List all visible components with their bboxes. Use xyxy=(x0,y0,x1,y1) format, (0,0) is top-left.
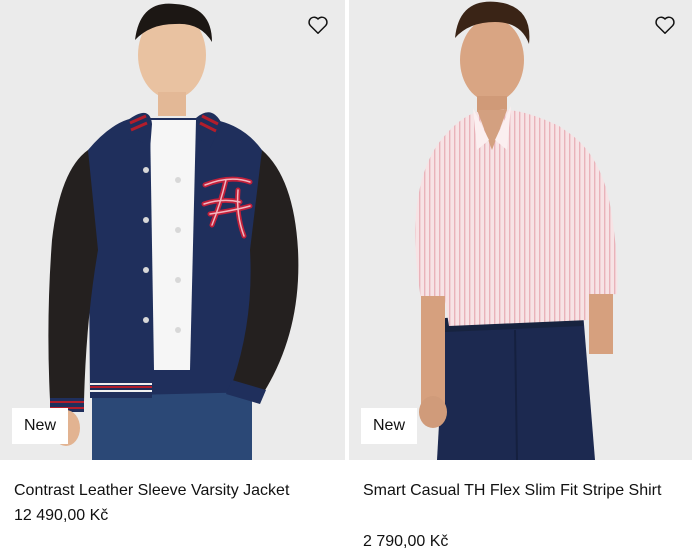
product-image[interactable]: New xyxy=(349,0,692,460)
heart-outline-icon[interactable] xyxy=(307,14,329,36)
product-price: 2 790,00 Kč xyxy=(363,533,449,550)
heart-outline-icon[interactable] xyxy=(654,14,676,36)
new-badge: New xyxy=(12,408,69,444)
product-name[interactable]: Contrast Leather Sleeve Varsity Jacket xyxy=(14,478,331,504)
product-grid: New Contrast Leather Sleeve Varsity Jack… xyxy=(0,0,692,560)
stripe-shirt-photo xyxy=(349,0,692,460)
product-image[interactable]: New xyxy=(0,0,345,460)
product-price: 12 490,00 Kč xyxy=(14,507,109,524)
product-card[interactable]: New Smart Casual TH Flex Slim Fit Stripe… xyxy=(349,0,692,560)
new-badge: New xyxy=(361,408,418,444)
product-name[interactable]: Smart Casual TH Flex Slim Fit Stripe Shi… xyxy=(363,478,678,504)
product-card[interactable]: New Contrast Leather Sleeve Varsity Jack… xyxy=(0,0,345,560)
varsity-jacket-photo xyxy=(0,0,345,460)
